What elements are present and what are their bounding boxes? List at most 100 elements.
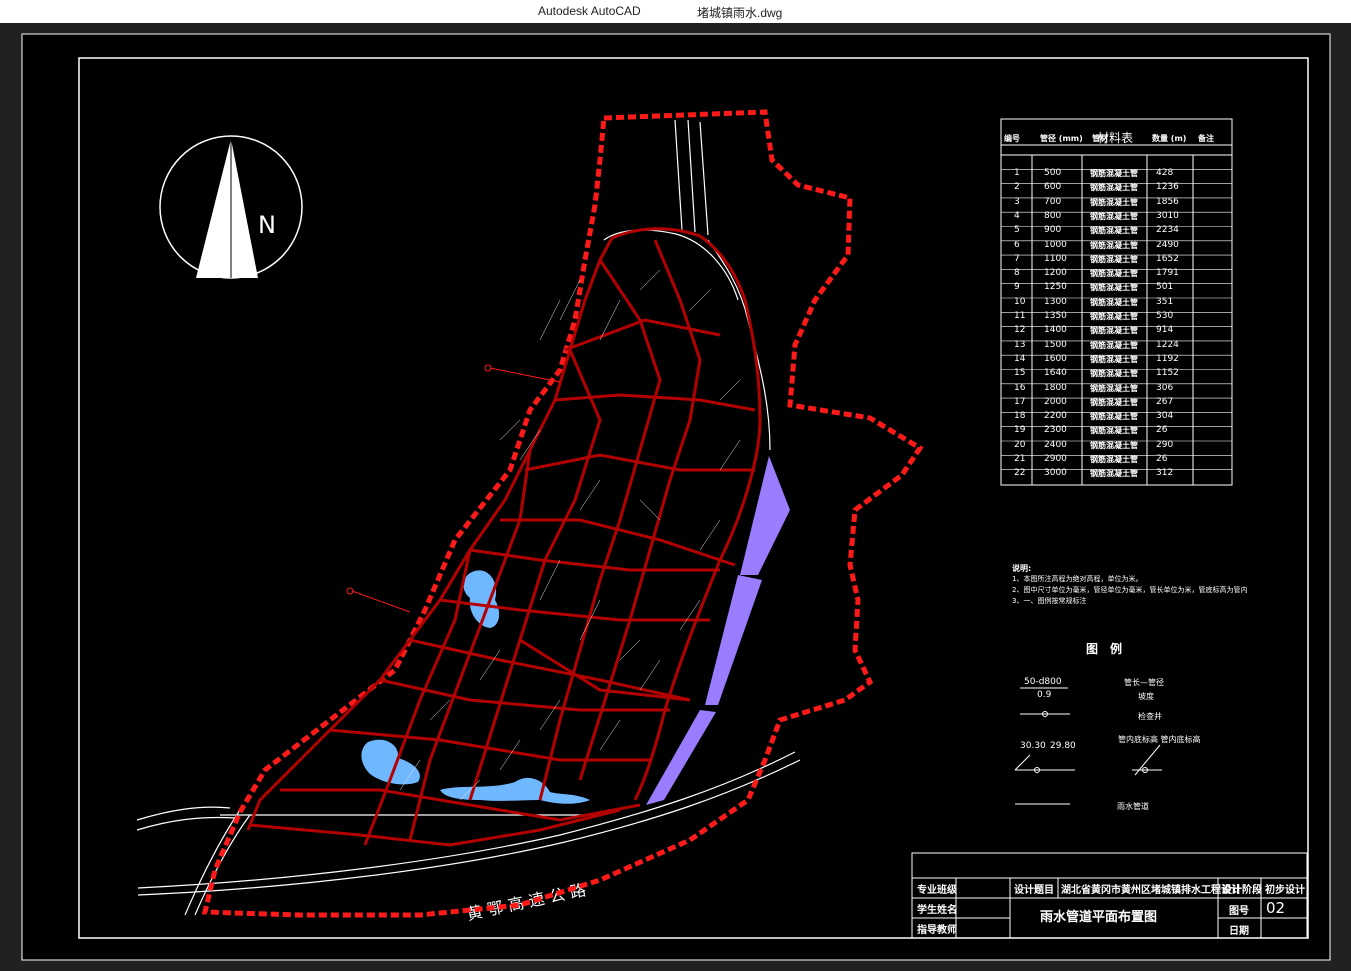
notes-line-2: 2、图中尺寸单位为毫米，管径单位为毫米，管长单位为米，管底标高为管内: [1012, 586, 1248, 594]
material-table-cell: 15: [1014, 368, 1026, 379]
material-table-cell: 钢筋混凝土管: [1090, 412, 1138, 422]
material-table-cell: 钢筋混凝土管: [1090, 326, 1138, 336]
material-table-cell: 1000: [1044, 239, 1067, 250]
tb-drawing-no: 02: [1266, 899, 1286, 917]
tb-student-label: 学生姓名: [917, 905, 957, 916]
material-table-header: 数量 (m): [1152, 134, 1187, 143]
material-table-cell: 900: [1044, 225, 1062, 236]
material-table-cell: 312: [1156, 468, 1174, 479]
material-table-cell: 6: [1014, 239, 1020, 250]
tb-stage-label: 设计阶段: [1222, 885, 1262, 896]
notes-line-3: 3、一、图例按常规标注: [1012, 597, 1087, 605]
material-table-cell: 2300: [1044, 425, 1067, 436]
material-table-cell: 428: [1156, 168, 1174, 178]
material-table-cell: 1100: [1044, 253, 1067, 264]
material-table-cell: 17: [1014, 396, 1026, 407]
material-table-cell: 1350: [1044, 311, 1067, 321]
material-table-cell: 2000: [1044, 396, 1067, 407]
tb-design-topic-label: 设计题目: [1014, 885, 1054, 896]
material-table-cell: 14: [1014, 353, 1026, 364]
material-table-cell: 700: [1044, 196, 1062, 207]
material-table-cell: 1300: [1044, 296, 1067, 307]
material-table-cell: 600: [1044, 182, 1062, 193]
material-table-cell: 1224: [1156, 339, 1179, 350]
material-table-cell: 钢筋混凝土管: [1090, 340, 1138, 350]
material-table-cell: 2400: [1044, 439, 1067, 450]
material-table-cell: 351: [1156, 296, 1174, 307]
material-table-cell: 钢筋混凝土管: [1090, 226, 1138, 236]
tb-date-label: 日期: [1229, 926, 1249, 937]
material-table-cell: 22: [1014, 468, 1026, 479]
material-table-cell: 1600: [1044, 353, 1067, 364]
material-table-cell: 钢筋混凝土管: [1090, 297, 1138, 307]
material-table-cell: 钢筋混凝土管: [1090, 369, 1138, 379]
material-table-header: 编号: [1004, 134, 1020, 143]
material-table-cell: 9: [1014, 282, 1020, 293]
legend-elev-left: 30.30: [1020, 741, 1046, 751]
material-table-cell: 2: [1014, 182, 1020, 193]
material-table-cell: 1400: [1044, 325, 1067, 336]
material-table-cell: 1652: [1156, 253, 1179, 264]
material-table-cell: 钢筋混凝土管: [1090, 455, 1138, 464]
material-table-cell: 20: [1014, 439, 1026, 450]
material-table-cell: 钢筋混凝土管: [1090, 211, 1138, 221]
material-table-cell: 26: [1156, 425, 1168, 436]
material-table-cell: 钢筋混凝土管: [1090, 183, 1138, 193]
material-table-cell: 914: [1156, 325, 1174, 336]
material-table-cell: 16: [1014, 382, 1026, 393]
material-table-cell: 2490: [1156, 239, 1179, 250]
material-table-cell: 1791: [1156, 268, 1179, 279]
material-table-cell: 钢筋混凝土管: [1090, 169, 1138, 178]
tb-drawing-no-label: 图号: [1229, 906, 1249, 917]
material-table-cell: 5: [1014, 225, 1020, 236]
material-table-cell: 10: [1014, 296, 1026, 307]
legend-title: 图 例: [1086, 642, 1123, 656]
material-table-cell: 1152: [1156, 368, 1179, 379]
legend-slope-label: 0.9: [1037, 690, 1052, 700]
material-table-cell: 800: [1044, 210, 1062, 221]
material-table-cell: 21: [1014, 454, 1026, 464]
material-table-cell: 19: [1014, 425, 1026, 436]
material-table-cell: 1640: [1044, 368, 1067, 379]
material-table-cell: 501: [1156, 282, 1174, 293]
material-table-cell: 11: [1014, 311, 1026, 321]
material-table-cell: 2234: [1156, 225, 1179, 236]
material-table-cell: 8: [1014, 268, 1020, 279]
cad-drawing-svg: N 黄 鄂 高 速 公 路: [21, 33, 1331, 961]
material-table-cell: 18: [1014, 411, 1026, 422]
material-table-cell: 钢筋混凝土管: [1090, 283, 1138, 293]
tb-advisor-label: 指导教师: [917, 925, 957, 936]
tb-stage-value: 初步设计: [1265, 885, 1305, 896]
material-table-cell: 1250: [1044, 282, 1067, 293]
window-title-bar: Autodesk AutoCAD 堵城镇雨水.dwg: [0, 0, 1351, 23]
material-table-cell: 钢筋混凝土管: [1090, 397, 1138, 407]
material-table-cell: 1500: [1044, 339, 1067, 350]
tb-major-label: 专业班级: [917, 885, 957, 896]
material-table-cell: 钢筋混凝土管: [1090, 469, 1138, 479]
legend-slope-desc: 坡度: [1138, 692, 1154, 701]
legend-elev-desc: 管内底标高 管内底标高: [1118, 735, 1201, 744]
north-label: N: [258, 211, 276, 239]
material-table-cell: 钢筋混凝土管: [1090, 269, 1138, 279]
material-table-cell: 26: [1156, 454, 1168, 464]
material-table-cell: 13: [1014, 339, 1026, 350]
drawing-canvas[interactable]: N 黄 鄂 高 速 公 路 材料表 编号 管径 (mm) 管材 数量 (m) 备…: [0, 23, 1351, 971]
legend-pipe-label: 50-d800: [1024, 677, 1062, 687]
tb-design-topic: 湖北省黄冈市黄州区堵城镇排水工程设计: [1061, 885, 1241, 896]
material-table-cell: 钢筋混凝土管: [1090, 240, 1138, 250]
material-table-cell: 1200: [1044, 268, 1067, 279]
material-table-cell: 12: [1014, 325, 1026, 336]
material-table-cell: 306: [1156, 382, 1174, 393]
material-table-cell: 1192: [1156, 353, 1179, 364]
material-table-cell: 钢筋混凝土管: [1090, 197, 1138, 207]
notes-line-1: 1、本图所注高程为绝对高程，单位为米。: [1012, 575, 1143, 583]
material-table-cell: 290: [1156, 439, 1174, 450]
material-table-cell: 267: [1156, 396, 1174, 407]
material-table-cell: 3010: [1156, 210, 1179, 221]
file-name: 堵城镇雨水.dwg: [697, 6, 783, 20]
material-table-cell: 3000: [1044, 468, 1067, 479]
material-table-cell: 304: [1156, 411, 1174, 422]
legend-rain-pipe-desc: 雨水管道: [1117, 802, 1149, 811]
material-table-header: 备注: [1198, 134, 1214, 143]
material-table-header: 管材: [1092, 134, 1108, 143]
